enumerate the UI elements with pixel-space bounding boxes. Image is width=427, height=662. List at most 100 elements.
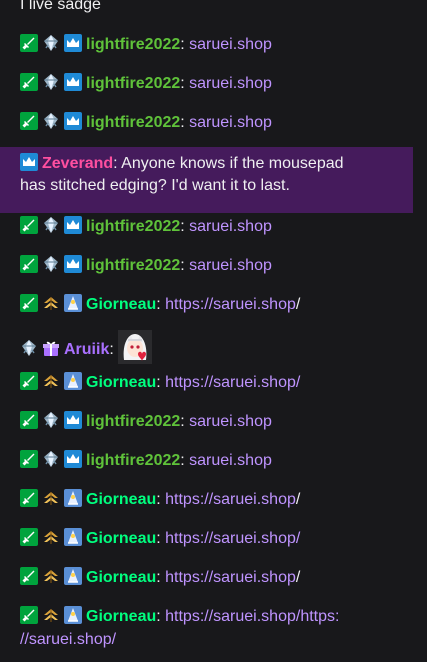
sword-badge-icon[interactable] — [20, 294, 38, 312]
crown-badge-icon[interactable] — [64, 216, 82, 234]
chat-username[interactable]: lightfire2022 — [86, 413, 180, 430]
message-link[interactable]: //saruei.shop/ — [20, 631, 116, 648]
subscriber-badge-icon[interactable] — [64, 489, 82, 507]
sword-badge-icon[interactable] — [20, 372, 38, 390]
subscriber-badge-icon[interactable] — [64, 567, 82, 585]
chat-username[interactable]: Giorneau — [86, 491, 156, 508]
crown-badge-icon[interactable] — [20, 153, 38, 171]
chevron-badge-icon[interactable] — [42, 567, 60, 585]
chat-message: lightfire2022: saruei.shop — [0, 449, 413, 472]
message-colon: : — [180, 413, 190, 430]
message-colon: : — [180, 114, 190, 131]
message-colon: : — [156, 491, 166, 508]
diamond-badge-icon[interactable] — [42, 255, 60, 273]
sword-badge-icon[interactable] — [20, 112, 38, 130]
chat-username[interactable]: Giorneau — [86, 530, 156, 547]
sword-badge-icon[interactable] — [20, 255, 38, 273]
diamond-badge-icon[interactable] — [42, 112, 60, 130]
sword-badge-icon[interactable] — [20, 450, 38, 468]
message-colon: : — [156, 530, 166, 547]
message-link[interactable]: saruei.shop — [189, 218, 272, 235]
diamond-badge-icon[interactable] — [42, 411, 60, 429]
chat-username[interactable]: Giorneau — [86, 374, 156, 391]
chat-message: Giorneau: https://saruei.shop/ — [0, 488, 413, 511]
chat-message: Aruiik: — [0, 330, 413, 364]
sword-badge-icon[interactable] — [20, 606, 38, 624]
anime-girl-heart-emote[interactable] — [118, 330, 153, 364]
sword-badge-icon[interactable] — [20, 411, 38, 429]
message-link[interactable]: https://saruei.shop/ — [165, 374, 300, 391]
chat-message: lightfire2022: saruei.shop — [0, 33, 413, 56]
message-link[interactable]: saruei.shop — [189, 413, 272, 430]
chevron-badge-icon[interactable] — [42, 606, 60, 624]
message-link[interactable]: https://saruei.shop — [165, 491, 296, 508]
chat-username[interactable]: Giorneau — [86, 569, 156, 586]
chat-username[interactable]: Zeverand — [42, 155, 113, 172]
crown-badge-icon[interactable] — [64, 34, 82, 52]
message-colon: : — [180, 75, 190, 92]
crown-badge-icon[interactable] — [64, 112, 82, 130]
message-link[interactable]: https://saruei.shop — [165, 569, 296, 586]
highlighted-chat-message: Zeverand: Anyone knows if the mousepad ha… — [0, 147, 425, 213]
message-link[interactable]: saruei.shop — [189, 114, 272, 131]
crown-badge-icon[interactable] — [64, 450, 82, 468]
chat-username[interactable]: lightfire2022 — [86, 114, 180, 131]
chat-message: I live sadge — [0, 0, 413, 16]
message-link[interactable]: https://saruei.shop/https: — [165, 608, 339, 625]
chevron-badge-icon[interactable] — [42, 372, 60, 390]
subscriber-badge-icon[interactable] — [64, 528, 82, 546]
chat-message: lightfire2022: saruei.shop — [0, 215, 413, 238]
chat-message: lightfire2022: saruei.shop — [0, 410, 413, 433]
message-colon: : — [156, 296, 166, 313]
diamond-badge-icon[interactable] — [42, 450, 60, 468]
diamond-badge-icon[interactable] — [42, 34, 60, 52]
message-colon: : — [113, 155, 122, 172]
crown-badge-icon[interactable] — [64, 255, 82, 273]
sword-badge-icon[interactable] — [20, 73, 38, 91]
message-link[interactable]: saruei.shop — [189, 75, 272, 92]
chevron-badge-icon[interactable] — [42, 528, 60, 546]
message-text: Anyone knows if the mousepad — [121, 155, 344, 172]
subscriber-badge-icon[interactable] — [64, 294, 82, 312]
sword-badge-icon[interactable] — [20, 34, 38, 52]
message-colon: : — [156, 374, 166, 391]
subscriber-badge-icon[interactable] — [64, 372, 82, 390]
subscriber-badge-icon[interactable] — [64, 606, 82, 624]
chat-username[interactable]: lightfire2022 — [86, 452, 180, 469]
message-colon: : — [109, 341, 119, 358]
message-text: / — [295, 491, 301, 508]
chat-username[interactable]: Giorneau — [86, 296, 156, 313]
chat-username[interactable]: lightfire2022 — [86, 257, 180, 274]
chevron-badge-icon[interactable] — [42, 294, 60, 312]
diamond-badge-icon[interactable] — [20, 339, 38, 357]
message-colon: : — [180, 218, 190, 235]
sword-badge-icon[interactable] — [20, 489, 38, 507]
sword-badge-icon[interactable] — [20, 528, 38, 546]
chevron-badge-icon[interactable] — [42, 489, 60, 507]
chat-message: Giorneau: https://saruei.shop/ — [0, 371, 413, 394]
message-text: / — [295, 569, 301, 586]
diamond-badge-icon[interactable] — [42, 216, 60, 234]
message-link[interactable]: saruei.shop — [189, 452, 272, 469]
message-link[interactable]: saruei.shop — [189, 257, 272, 274]
chat-username[interactable]: lightfire2022 — [86, 36, 180, 53]
chat-username[interactable]: lightfire2022 — [86, 218, 180, 235]
chat-message: lightfire2022: saruei.shop — [0, 72, 413, 95]
sword-badge-icon[interactable] — [20, 567, 38, 585]
chat-username[interactable]: Giorneau — [86, 608, 156, 625]
message-link[interactable]: saruei.shop — [189, 36, 272, 53]
message-colon: : — [156, 569, 166, 586]
message-text: / — [295, 296, 301, 313]
gift-badge-icon[interactable] — [42, 339, 60, 357]
diamond-badge-icon[interactable] — [42, 73, 60, 91]
chat-username[interactable]: lightfire2022 — [86, 75, 180, 92]
sword-badge-icon[interactable] — [20, 216, 38, 234]
crown-badge-icon[interactable] — [64, 73, 82, 91]
chat-message: lightfire2022: saruei.shop — [0, 111, 413, 134]
chat-username[interactable]: Aruiik — [64, 341, 109, 358]
scrollbar[interactable] — [413, 0, 427, 662]
message-colon: : — [180, 257, 190, 274]
crown-badge-icon[interactable] — [64, 411, 82, 429]
message-link[interactable]: https://saruei.shop — [165, 296, 296, 313]
message-link[interactable]: https://saruei.shop/ — [165, 530, 300, 547]
